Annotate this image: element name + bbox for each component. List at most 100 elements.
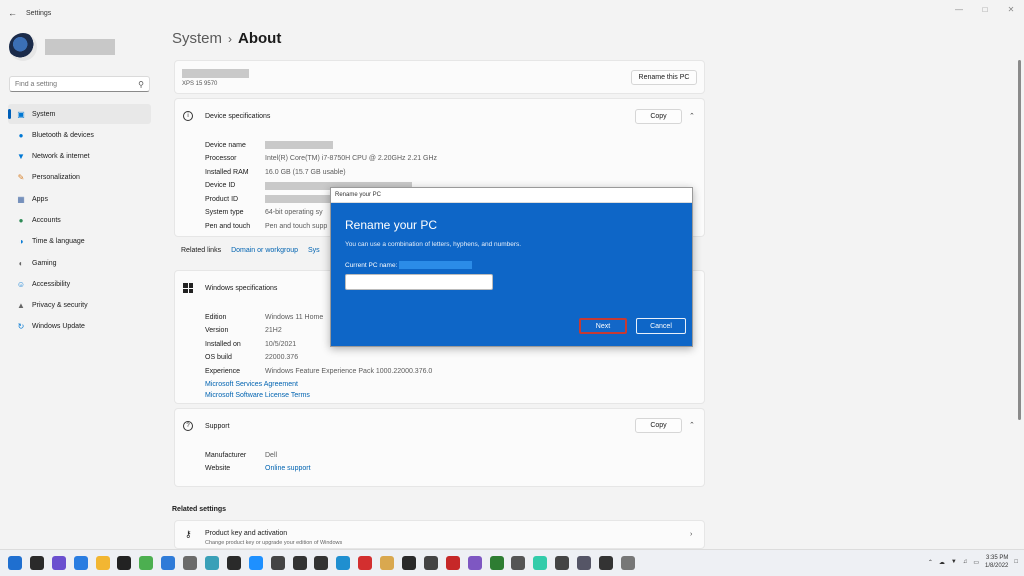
spec-label: Website [205,465,231,472]
notification-icon[interactable]: □ [1014,559,1018,565]
app-icon[interactable] [423,556,438,570]
app-icon[interactable] [533,556,548,570]
system-protection-link[interactable]: Sys [308,247,320,254]
sidebar-item-gaming[interactable]: ◐ Gaming [8,253,151,273]
app-icon[interactable] [467,556,482,570]
current-name-redacted [399,261,473,269]
app-icon[interactable] [292,556,307,570]
spec-value: Windows 11 Home [265,313,324,321]
cloud-icon[interactable]: ☁ [939,559,945,566]
sidebar-item-network[interactable]: ▼ Network & internet [8,147,151,167]
app-icon[interactable] [336,556,351,570]
sidebar-item-system[interactable]: ▣ System [8,104,151,124]
spec-label: System type [205,209,244,216]
wifi-icon[interactable]: ▼ [951,559,957,565]
file-explorer-icon[interactable] [95,556,110,570]
spec-row: Device name [205,139,333,151]
cancel-button[interactable]: Cancel [636,318,686,334]
product-key-item[interactable]: ⚷ Product key and activation Change prod… [174,520,705,549]
chevron-right-icon: › [228,32,233,46]
search-icon: ⚲ [138,79,144,89]
globe-icon[interactable] [205,556,220,570]
app-icon[interactable] [380,556,395,570]
spec-value: Dell [265,451,278,459]
chevron-up-icon[interactable]: ⌃ [689,112,695,120]
search-box[interactable]: ⚲ [9,76,150,92]
chrome-icon[interactable] [139,556,154,570]
calculator-icon[interactable] [183,556,198,570]
sidebar-item-accounts[interactable]: ● Accounts [8,210,151,230]
minimize-icon[interactable]: — [946,0,972,18]
app-icon[interactable] [226,556,241,570]
sidebar-item-personalization[interactable]: ✎ Personalization [8,168,151,188]
headset-icon[interactable] [161,556,176,570]
app-icon[interactable] [314,556,329,570]
windows-specs-title: Windows specifications [205,284,278,292]
sidebar-item-label: Privacy & security [32,302,88,310]
netflix-icon[interactable] [358,556,373,570]
device-specs-copy-button[interactable]: Copy [635,109,682,124]
edge-icon[interactable] [73,556,88,570]
spec-row: Installed RAM 16.0 GB (15.7 GB usable) [205,166,346,178]
battery-icon[interactable]: ▭ [973,559,979,566]
app-icon[interactable] [511,556,526,570]
support-copy-button[interactable]: Copy [635,418,682,433]
breadcrumb-system[interactable]: System [172,30,222,47]
steam-icon[interactable] [117,556,132,570]
domain-workgroup-link[interactable]: Domain or workgroup [231,247,298,254]
title-bar: ← Settings [0,0,1024,26]
app-icon[interactable] [555,556,570,570]
rename-pc-button[interactable]: Rename this PC [631,70,697,85]
scrollbar[interactable] [1018,60,1021,420]
spec-label: Manufacturer [205,451,247,459]
terminal-icon[interactable] [270,556,285,570]
close-icon[interactable]: ✕ [998,0,1024,18]
teams-chat-icon[interactable] [51,556,66,570]
brush-icon: ✎ [17,173,25,183]
services-agreement-link[interactable]: Microsoft Services Agreement [205,381,298,388]
spec-label: Experience [205,367,241,375]
bluetooth-icon: ● [18,130,24,140]
app-icon[interactable] [445,556,460,570]
spec-row: Installed on 10/5/2021 [205,338,296,350]
windows-specs-header[interactable]: Windows specifications [183,283,277,293]
clock[interactable]: 3:35 PM 1/8/2022 [985,554,1008,570]
next-button[interactable]: Next [579,318,627,334]
sidebar-item-time-language[interactable]: ◑ Time & language [8,232,151,252]
sidebar-item-privacy[interactable]: ▲ Privacy & security [8,296,151,316]
sidebar-item-label: System [32,110,56,118]
xbox-icon[interactable] [489,556,504,570]
chevron-up-icon[interactable]: ⌃ [689,421,695,429]
volume-icon[interactable]: ♫ [963,559,968,565]
app-icon[interactable] [402,556,417,570]
start-icon[interactable] [8,556,22,570]
device-specs-header[interactable]: i Device specifications [183,111,270,121]
sidebar-item-accessibility[interactable]: ☺ Accessibility [8,274,151,294]
back-arrow-icon[interactable]: ← [8,8,20,18]
maximize-icon[interactable]: □ [972,0,998,18]
spec-row: Edition Windows 11 Home [205,311,323,323]
app-icon[interactable] [577,556,592,570]
profile[interactable] [9,33,115,61]
chevron-up-icon[interactable]: ⌃ [928,559,933,566]
product-key-title: Product key and activation [205,530,288,537]
sidebar-item-apps[interactable]: ▦ Apps [8,189,151,209]
search-icon[interactable] [29,556,44,570]
search-input[interactable] [15,80,139,88]
sidebar-item-bluetooth[interactable]: ● Bluetooth & devices [8,125,151,145]
window-controls: — □ ✕ [946,0,1024,18]
license-terms-link[interactable]: Microsoft Software License Terms [205,392,310,399]
pc-name-card: XPS 15 9570 Rename this PC [174,60,705,94]
sidebar-item-windows-update[interactable]: ↻ Windows Update [8,317,151,337]
support-header[interactable]: ? Support [183,421,230,431]
settings-gear-icon[interactable] [620,556,635,570]
spec-label: Product ID [205,195,239,203]
related-links: Related links Domain or workgroup Sys [181,247,320,254]
apps-icon: ▦ [17,194,25,204]
product-key-subtitle: Change product key or upgrade your editi… [205,540,343,546]
spec-row: OS build 22000.376 [205,352,298,364]
new-pc-name-input[interactable] [345,274,493,290]
app-icon[interactable] [248,556,263,570]
online-support-link[interactable]: Online support [265,465,311,472]
epic-games-icon[interactable] [599,556,614,570]
